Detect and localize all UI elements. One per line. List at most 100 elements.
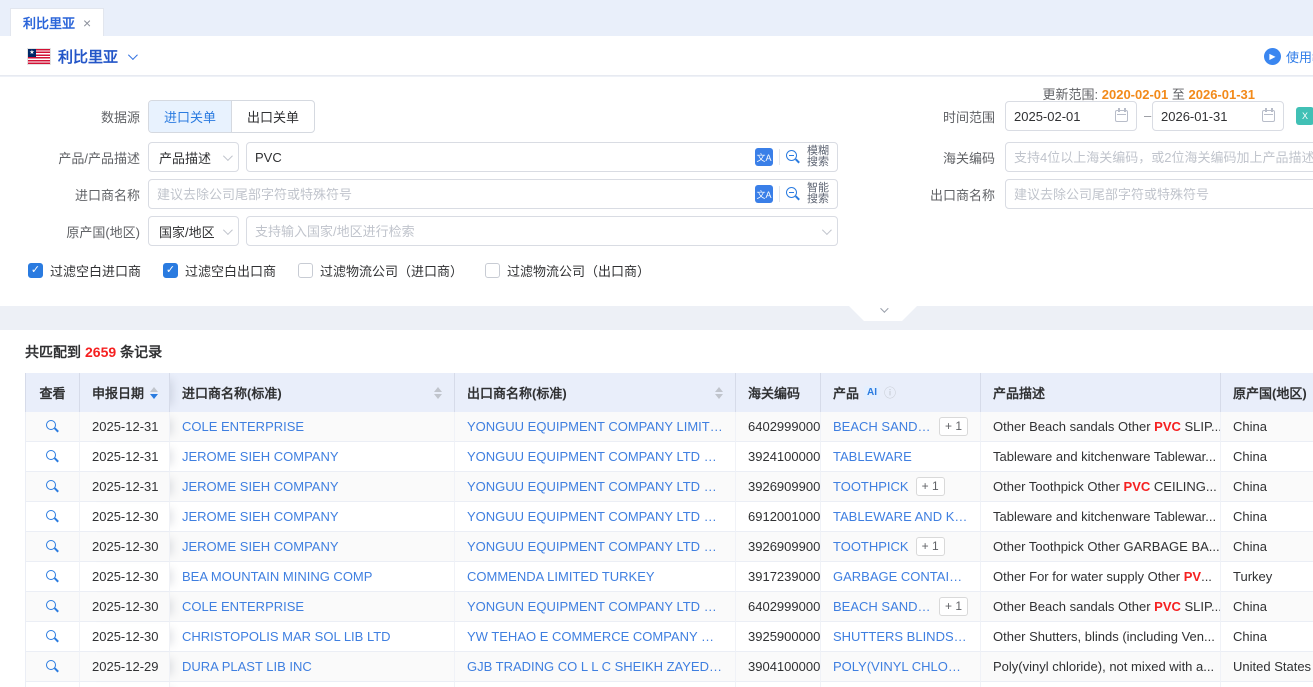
translate-icon[interactable]: 文A [755, 148, 773, 166]
product-query[interactable] [255, 150, 749, 165]
importer-link[interactable]: COLE ENTERPRISE [182, 419, 304, 434]
product-tag-link[interactable]: TOOTHPICK [833, 479, 909, 494]
importer-link[interactable]: JEROME SIEH COMPANY [182, 509, 339, 524]
declaration-date: 2025-12-30 [80, 592, 170, 622]
exporter-field[interactable] [1014, 187, 1313, 202]
origin-country-input[interactable] [246, 216, 838, 246]
tab-liberia[interactable]: 利比里亚 × [10, 8, 104, 36]
sort-icons[interactable] [150, 387, 158, 399]
exporter-link[interactable]: YONGUU EQUIPMENT COMPANY LTD CHIN... [467, 509, 723, 524]
importer-field[interactable] [157, 187, 749, 202]
tutorial-label: 使用教程 [1286, 47, 1313, 66]
exporter-link[interactable]: YONGUU EQUIPMENT COMPANY LTD CHIN... [467, 479, 723, 494]
product-tag-link[interactable]: TABLEWARE AND KITC... [833, 509, 968, 524]
product-tag-link[interactable]: TOOTHPICK [833, 539, 909, 554]
hs-code-field[interactable] [1014, 150, 1313, 165]
product-description: Other Toothpick Other PVC CEILING... [981, 472, 1221, 502]
date-from-value[interactable] [1014, 109, 1109, 124]
hs-code: 3904100000 [736, 652, 821, 682]
importer-link[interactable]: DURA PLAST LIB INC [182, 659, 312, 674]
product-description: Tableware and kitchenware Tablewar... [981, 442, 1221, 472]
filter-checkboxes: ✓ 过滤空白进口商 ✓ 过滤空白出口商 ✓ 过滤物流公司（进口商） ✓ 过滤物流… [28, 261, 650, 280]
view-record-icon[interactable] [46, 600, 59, 613]
product-tag-link[interactable]: BEACH SANDAL [833, 599, 932, 614]
importer-link[interactable]: COLE ENTERPRISE [182, 599, 304, 614]
view-record-icon[interactable] [46, 630, 59, 643]
tab-import-declarations[interactable]: 进口关单 [149, 101, 231, 132]
tab-export-declarations[interactable]: 出口关单 [231, 101, 314, 132]
plus-count-badge[interactable]: + 1 [939, 417, 968, 436]
view-record-icon[interactable] [46, 450, 59, 463]
product-label: 产品/产品描述 [0, 148, 140, 167]
exporter-link[interactable]: COMMENDA LIMITED TURKEY [467, 569, 655, 584]
fuzzy-search-icon[interactable] [786, 150, 801, 165]
tab-bar: 利比里亚 × [0, 0, 1313, 36]
col-description: 产品描述 [981, 373, 1221, 412]
exporter-search-input[interactable] [1005, 179, 1313, 209]
col-declaration-date[interactable]: 申报日期 [80, 373, 170, 412]
smart-search-button[interactable]: 智能搜索 [807, 183, 829, 205]
sort-icons[interactable] [434, 387, 442, 399]
checkbox-filter-blank-importer[interactable]: ✓ 过滤空白进口商 [28, 261, 141, 280]
importer-link[interactable]: JEROME SIEH COMPANY [182, 539, 339, 554]
origin-country: China [1221, 412, 1313, 442]
help-tutorial-link[interactable]: ▶ 使用教程 [1264, 47, 1313, 66]
chevron-down-icon[interactable] [822, 225, 832, 235]
hs-code: 3917239000 [736, 562, 821, 592]
smart-search-icon[interactable] [786, 187, 801, 202]
importer-link[interactable]: BEA MOUNTAIN MINING COMP [182, 569, 372, 584]
declaration-date: 2025-12-30 [80, 622, 170, 652]
view-record-icon[interactable] [46, 660, 59, 673]
hs-code-input[interactable] [1005, 142, 1313, 172]
country-title: 利比里亚 [58, 46, 118, 67]
plus-count-badge[interactable]: + 1 [916, 477, 945, 496]
checkbox-filter-logistics-exporter[interactable]: ✓ 过滤物流公司（出口商） [485, 261, 650, 280]
exporter-link[interactable]: YONGUU EQUIPMENT COMPANY LTD CHIN... [467, 449, 723, 464]
view-record-icon[interactable] [46, 480, 59, 493]
excel-export-icon[interactable]: X [1296, 107, 1313, 125]
view-record-icon[interactable] [46, 540, 59, 553]
importer-link[interactable]: CHRISTOPOLIS MAR SOL LIB LTD [182, 629, 391, 644]
table-row: 2025-12-30 BEA MOUNTAIN MINING COMP COMM… [25, 562, 1313, 592]
date-to-input[interactable] [1152, 101, 1284, 131]
exporter-link[interactable]: YW TEHAO E COMMERCE COMPANY CHINA [467, 629, 723, 644]
view-record-icon[interactable] [46, 510, 59, 523]
exporter-link[interactable]: YONGUU EQUIPMENT COMPANY LTD CHIN... [467, 539, 723, 554]
product-tag-link[interactable]: BEACH SANDAL [833, 419, 932, 434]
product-tag-link[interactable]: POLY(VINYL CHLORIDE) [833, 659, 968, 674]
chevron-down-icon[interactable] [128, 50, 138, 60]
origin-country-field[interactable] [255, 224, 816, 239]
plus-count-badge[interactable]: + 1 [916, 537, 945, 556]
exporter-link[interactable]: YONGUU EQUIPMENT COMPANY LIMITED ... [467, 419, 723, 434]
exporter-link[interactable]: GJB TRADING CO L L C SHEIKH ZAYED ROA... [467, 659, 723, 674]
checkbox-filter-logistics-importer[interactable]: ✓ 过滤物流公司（进口商） [298, 261, 463, 280]
fuzzy-search-button[interactable]: 模糊搜索 [807, 146, 829, 168]
view-record-icon[interactable] [46, 420, 59, 433]
product-tag-link[interactable]: GARBAGE CONTAINER [833, 569, 968, 584]
exporter-link[interactable]: YONGUN EQUIPMENT COMPANY LTD CHI... [467, 599, 723, 614]
product-description: Other Toothpick Other GARBAGE BA... [981, 532, 1221, 562]
importer-search-input[interactable]: 文A 智能搜索 [148, 179, 838, 209]
close-icon[interactable]: × [83, 16, 91, 30]
date-from-input[interactable] [1005, 101, 1137, 131]
chevron-down-icon [880, 304, 888, 312]
calendar-icon[interactable] [1262, 110, 1275, 122]
product-search-input[interactable]: 文A 模糊搜索 [246, 142, 838, 172]
product-tag-link[interactable]: TABLEWARE [833, 449, 912, 464]
product-field-select[interactable]: 产品描述 [148, 142, 239, 172]
checkbox-filter-blank-exporter[interactable]: ✓ 过滤空白出口商 [163, 261, 276, 280]
calendar-icon[interactable] [1115, 110, 1128, 122]
date-to-value[interactable] [1161, 109, 1256, 124]
info-icon[interactable]: ⓘ [884, 384, 896, 401]
origin-type-select[interactable]: 国家/地区 [148, 216, 239, 246]
product-tag-link[interactable]: SHUTTERS BLINDS VE... [833, 629, 968, 644]
col-importer[interactable]: 进口商名称(标准) [170, 373, 455, 412]
importer-link[interactable]: JEROME SIEH COMPANY [182, 449, 339, 464]
translate-icon[interactable]: 文A [755, 185, 773, 203]
importer-link[interactable]: JEROME SIEH COMPANY [182, 479, 339, 494]
col-exporter[interactable]: 出口商名称(标准) [455, 373, 736, 412]
sort-icons[interactable] [715, 387, 723, 399]
plus-count-badge[interactable]: + 1 [939, 597, 968, 616]
collapse-filters-button[interactable] [849, 306, 917, 321]
view-record-icon[interactable] [46, 570, 59, 583]
